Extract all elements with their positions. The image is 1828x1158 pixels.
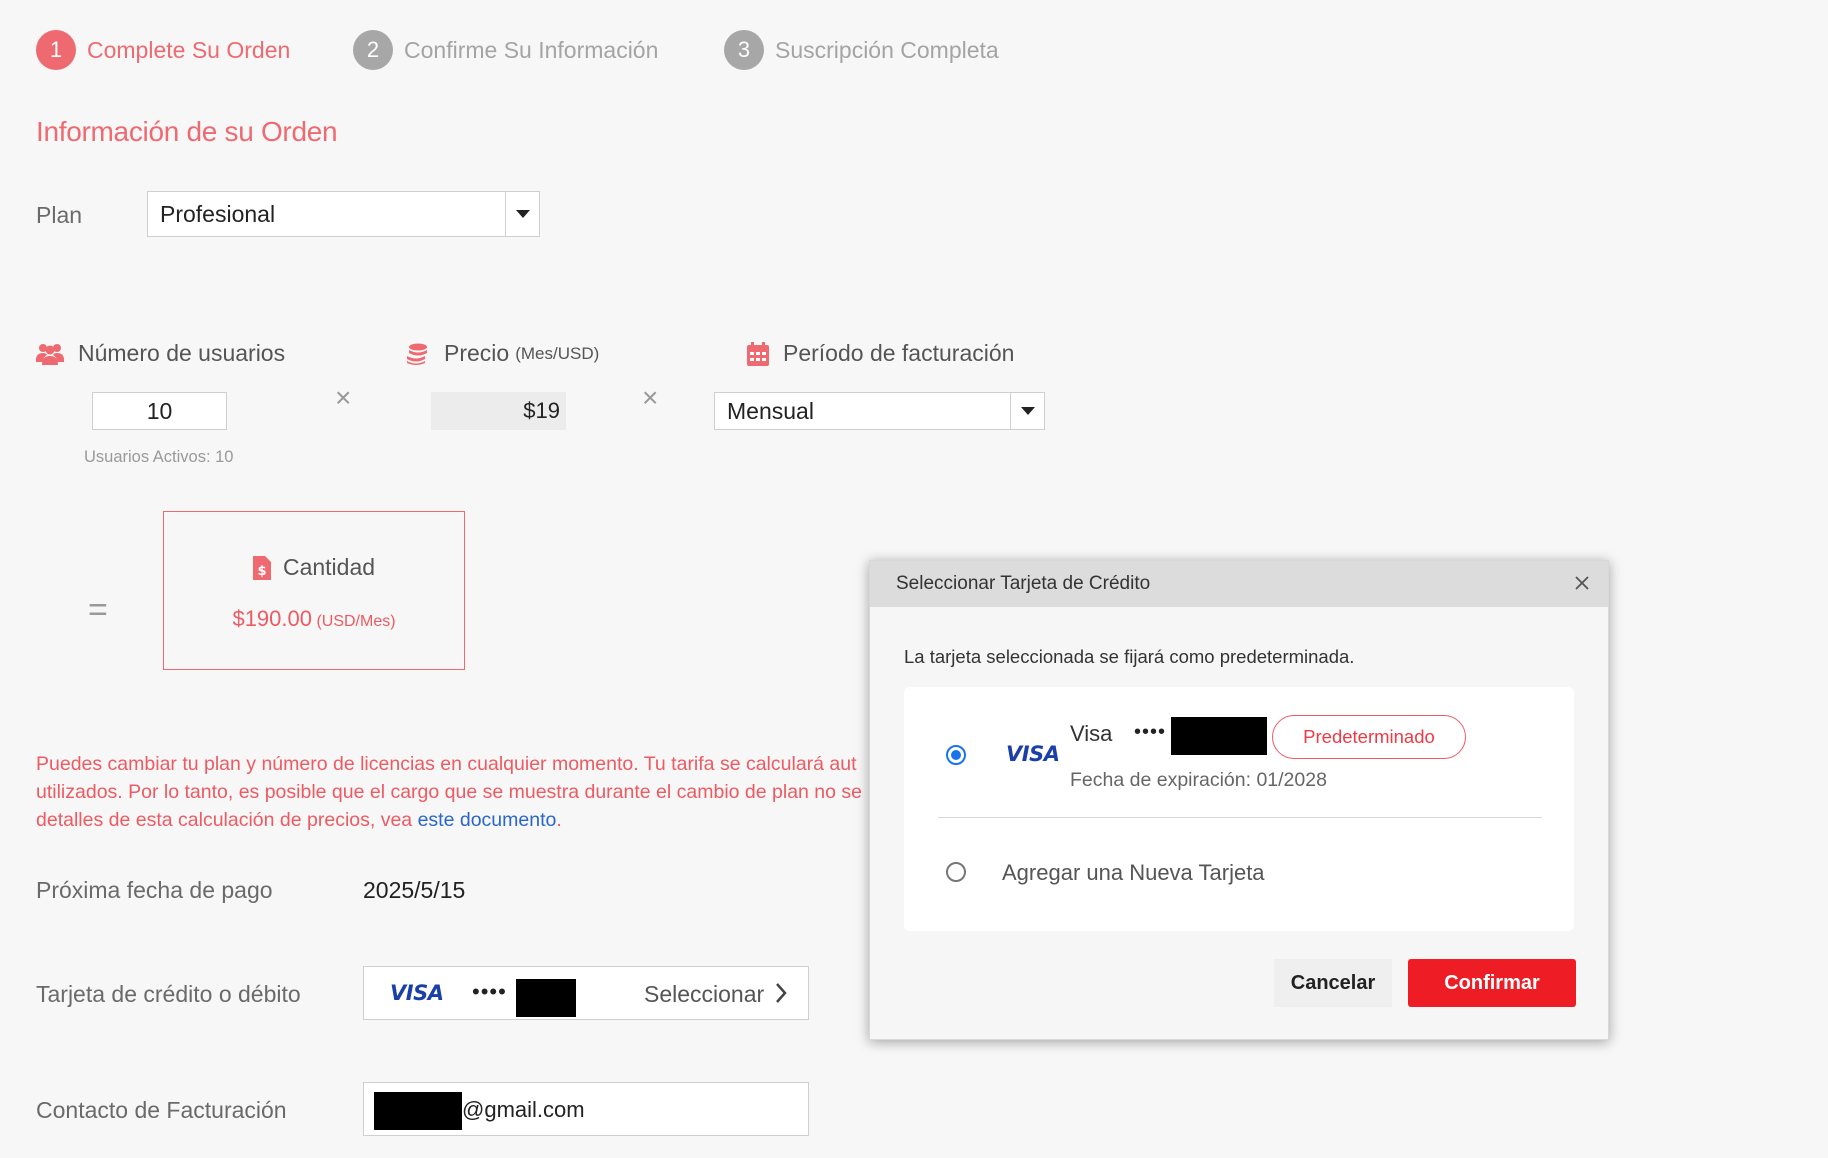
users-input-value: 10 (146, 397, 173, 424)
card-selector[interactable]: VISA •••• Seleccionar (363, 966, 809, 1020)
card-options-list: VISA Visa •••• Predeterminado Fecha de e… (904, 687, 1574, 931)
period-select-value: Mensual (727, 397, 814, 424)
next-payment-value: 2025/5/15 (363, 877, 466, 903)
step-1: 1 Complete Su Orden (36, 30, 290, 70)
price-value: $19 (523, 398, 560, 423)
billing-contact-label: Contacto de Facturación (36, 1097, 287, 1123)
add-card-radio[interactable] (946, 862, 966, 882)
step-number: 2 (353, 30, 393, 70)
next-payment-label: Próxima fecha de pago (36, 877, 273, 903)
add-new-card-option[interactable]: Agregar una Nueva Tarjeta (904, 818, 1574, 931)
cancel-button[interactable]: Cancelar (1274, 959, 1392, 1007)
step-3: 3 Suscripción Completa (724, 30, 999, 70)
step-number: 3 (724, 30, 764, 70)
active-users-text: Usuarios Activos: 10 (84, 448, 234, 466)
plan-select-value: Profesional (160, 200, 276, 227)
users-icon (36, 343, 64, 365)
page-title: Información de su Orden (36, 116, 338, 147)
amount-value: $190.00 (232, 606, 312, 631)
equals-icon: = (88, 591, 108, 629)
card-label: Tarjeta de crédito o débito (36, 981, 301, 1007)
users-heading: Número de usuarios (36, 340, 285, 367)
saved-card-option[interactable]: VISA Visa •••• Predeterminado Fecha de e… (904, 687, 1574, 817)
step-2: 2 Confirme Su Información (353, 30, 658, 70)
step-label: Suscripción Completa (775, 36, 999, 63)
multiply-icon: × (335, 382, 352, 413)
price-label: Precio (444, 340, 510, 366)
card-name: Visa (1070, 721, 1113, 746)
close-icon[interactable] (1572, 573, 1592, 593)
add-new-card-label: Agregar una Nueva Tarjeta (1002, 860, 1265, 885)
select-card-dialog: Seleccionar Tarjeta de Crédito La tarjet… (869, 560, 1609, 1040)
step-label: Complete Su Orden (87, 36, 291, 63)
period-select[interactable]: Mensual (714, 392, 1045, 430)
chevron-down-icon[interactable] (1010, 393, 1044, 429)
saved-card-radio[interactable] (946, 745, 966, 765)
users-input[interactable]: 10 (92, 392, 227, 430)
select-card-label: Seleccionar (644, 981, 765, 1007)
document-link[interactable]: este documento (418, 809, 557, 831)
visa-logo: VISA (390, 981, 444, 1005)
dialog-title: Seleccionar Tarjeta de Crédito (896, 573, 1151, 594)
dialog-header: Seleccionar Tarjeta de Crédito (870, 561, 1608, 607)
billing-email-field[interactable]: @gmail.com (363, 1082, 809, 1136)
coins-icon (407, 343, 427, 365)
users-label: Número de usuarios (78, 340, 286, 366)
svg-text:$: $ (257, 564, 266, 579)
amount-unit: (USD/Mes) (316, 613, 396, 630)
price-heading: Precio (Mes/USD) (406, 340, 599, 367)
visa-logo: VISA (1006, 742, 1060, 766)
price-unit: (Mes/USD) (515, 343, 600, 363)
multiply-icon: × (642, 382, 659, 413)
plan-select[interactable]: Profesional (147, 191, 540, 237)
step-label: Confirme Su Información (404, 36, 659, 63)
chevron-down-icon[interactable] (505, 192, 539, 236)
redacted-email-user (374, 1092, 462, 1130)
chevron-right-icon (776, 983, 787, 1003)
dialog-message: La tarjeta seleccionada se fijará como p… (904, 646, 1355, 667)
invoice-icon: $ (252, 555, 271, 580)
default-badge: Predeterminado (1272, 715, 1466, 759)
period-heading: Período de facturación (747, 340, 1014, 367)
amount-box: $ Cantidad $190.00 (USD/Mes) (163, 511, 465, 670)
redacted-card-number (1171, 717, 1267, 755)
amount-label: Cantidad (282, 554, 376, 580)
period-label: Período de facturación (783, 340, 1015, 366)
calendar-icon (747, 341, 769, 366)
plan-label: Plan (36, 202, 83, 228)
confirm-button[interactable]: Confirmar (1408, 959, 1576, 1007)
step-number: 1 (36, 30, 76, 70)
card-expiry: Fecha de expiración: 01/2028 (1070, 769, 1327, 791)
redacted-card-number (516, 979, 576, 1017)
price-value-box: $19 (431, 392, 566, 430)
card-dots: •••• (1134, 721, 1167, 743)
card-dots: •••• (472, 979, 507, 1004)
billing-email-domain: @gmail.com (462, 1097, 585, 1122)
